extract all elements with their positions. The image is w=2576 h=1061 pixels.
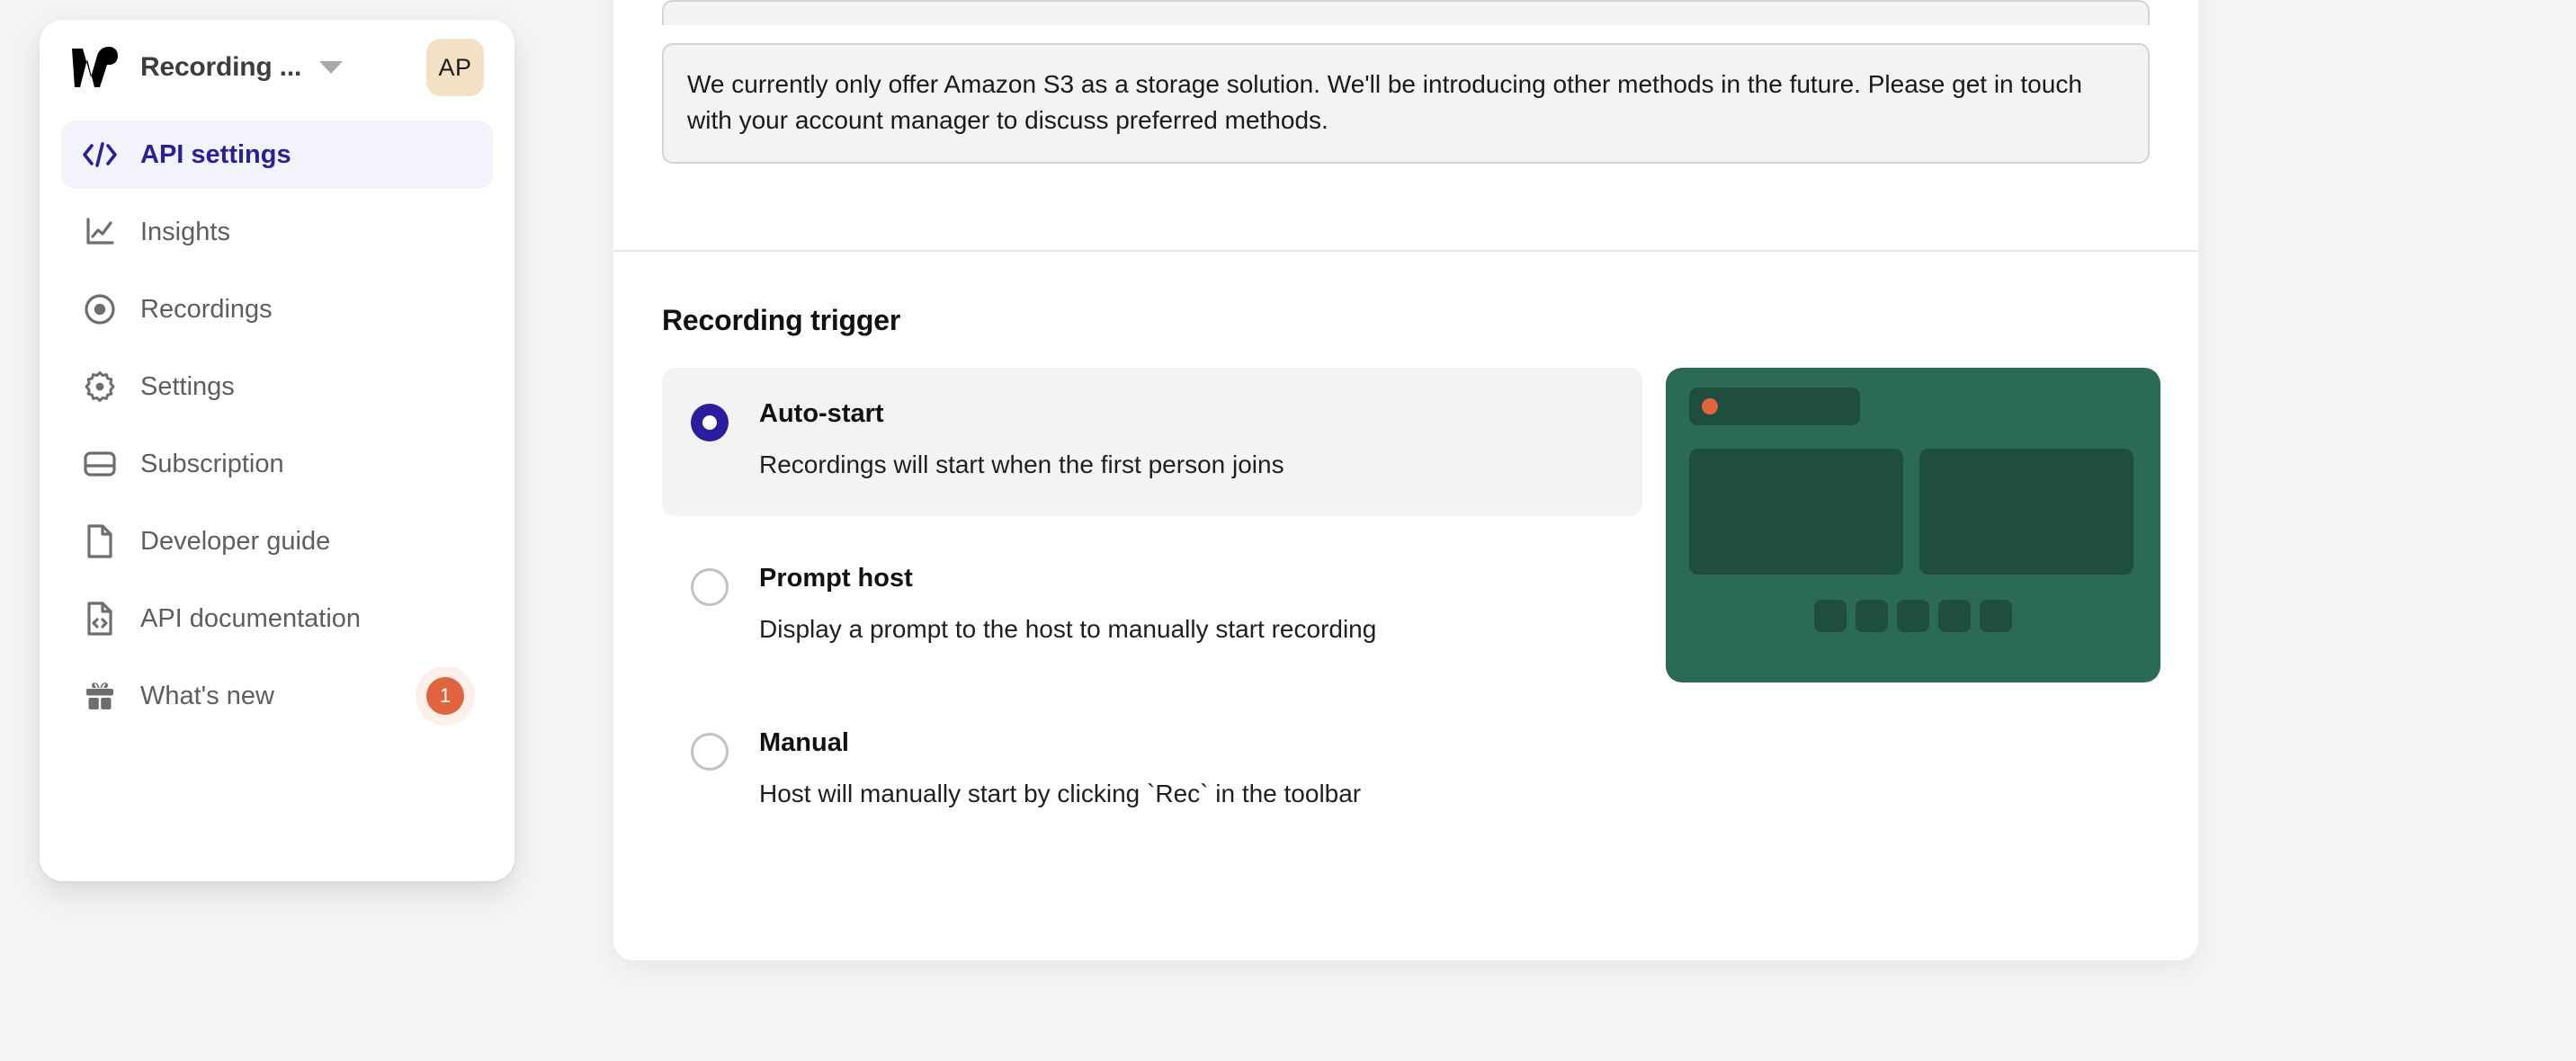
whats-new-badge-halo: 1 <box>416 666 475 726</box>
sidebar-nav: API settings Insights Recordings Setting… <box>40 115 514 730</box>
preview-toolbar-button <box>1856 600 1888 632</box>
workspace-switcher[interactable]: Recording ... AP <box>40 20 514 115</box>
option-description: Host will manually start by clicking `Re… <box>759 779 1362 807</box>
option-title: Prompt host <box>759 563 913 593</box>
preview-toolbar <box>1689 600 2137 632</box>
sidebar-item-api-settings[interactable]: API settings <box>61 120 493 189</box>
radio-option-auto-start[interactable]: Auto-start Recordings will start when th… <box>662 368 1642 516</box>
gift-icon <box>79 675 121 717</box>
document-icon <box>79 521 121 562</box>
sidebar-item-api-documentation[interactable]: API documentation <box>61 584 493 653</box>
sidebar-item-label: What's new <box>140 681 274 710</box>
recording-layout-preview <box>1666 368 2160 682</box>
record-dot-icon <box>79 289 121 330</box>
page-title: Recording trigger <box>662 304 901 336</box>
preview-toolbar-button <box>1980 600 2012 632</box>
gear-icon <box>79 366 121 407</box>
radio-option-manual[interactable]: Manual Host will manually start by click… <box>662 697 1642 845</box>
sidebar-item-label: Developer guide <box>140 526 331 556</box>
sidebar-item-label: API settings <box>140 139 291 169</box>
trigger-area: Auto-start Recordings will start when th… <box>662 368 2160 845</box>
avatar[interactable]: AP <box>426 39 484 96</box>
line-chart-icon <box>79 211 121 253</box>
preview-topbar <box>1689 388 1860 425</box>
section-divider <box>613 250 2198 252</box>
radio-button-auto-start[interactable] <box>691 404 729 441</box>
preview-toolbar-button <box>1897 600 1929 632</box>
code-brackets-icon <box>79 134 121 175</box>
w-logo-icon <box>68 41 121 94</box>
sidebar-item-whats-new[interactable]: What's new 1 <box>61 662 493 730</box>
option-title: Manual <box>759 727 849 757</box>
callout-partial-above <box>662 0 2150 25</box>
sidebar: Recording ... AP API settings Insights R… <box>40 20 514 881</box>
sidebar-item-developer-guide[interactable]: Developer guide <box>61 507 493 575</box>
option-text: Manual Host will manually start by click… <box>759 727 1362 809</box>
option-description: Recordings will start when the first per… <box>759 450 1284 478</box>
app-screen: Recording ... AP API settings Insights R… <box>0 0 2576 1061</box>
credit-card-icon <box>79 443 121 485</box>
callout-text: We currently only offer Amazon S3 as a s… <box>687 70 2082 134</box>
preview-toolbar-button <box>1938 600 1971 632</box>
storage-section: We currently only offer Amazon S3 as a s… <box>613 0 2198 252</box>
sidebar-item-subscription[interactable]: Subscription <box>61 430 493 498</box>
radio-button-manual[interactable] <box>691 732 729 771</box>
option-description: Display a prompt to the host to manually… <box>759 614 1377 643</box>
record-dot-icon <box>1702 398 1718 415</box>
sidebar-item-label: Insights <box>140 217 230 246</box>
recording-trigger-section: Recording trigger Auto-start Recordings … <box>613 250 2198 845</box>
main-panel: We currently only offer Amazon S3 as a s… <box>613 0 2198 960</box>
option-text: Auto-start Recordings will start when th… <box>759 399 1284 480</box>
radio-option-prompt-host[interactable]: Prompt host Display a prompt to the host… <box>662 532 1642 681</box>
sidebar-item-insights[interactable]: Insights <box>61 198 493 266</box>
option-text: Prompt host Display a prompt to the host… <box>759 563 1377 645</box>
sidebar-item-label: API documentation <box>140 603 362 633</box>
sidebar-item-label: Subscription <box>140 449 284 478</box>
recording-trigger-radio-group: Auto-start Recordings will start when th… <box>662 368 1642 845</box>
workspace-name: Recording ... <box>140 52 302 82</box>
status-badge: 1 <box>426 677 464 715</box>
sidebar-item-recordings[interactable]: Recordings <box>61 275 493 343</box>
preview-tiles <box>1689 449 2137 575</box>
sidebar-item-label: Settings <box>140 371 235 401</box>
code-file-icon <box>79 598 121 639</box>
preview-tile <box>1689 449 1903 575</box>
preview-tile <box>1919 449 2133 575</box>
option-title: Auto-start <box>759 399 884 428</box>
sidebar-item-label: Recordings <box>140 294 273 324</box>
chevron-down-icon[interactable] <box>319 61 344 74</box>
radio-button-prompt-host[interactable] <box>691 567 729 606</box>
sidebar-item-settings[interactable]: Settings <box>61 352 493 421</box>
storage-info-callout: We currently only offer Amazon S3 as a s… <box>662 43 2150 164</box>
preview-toolbar-button <box>1814 600 1847 632</box>
